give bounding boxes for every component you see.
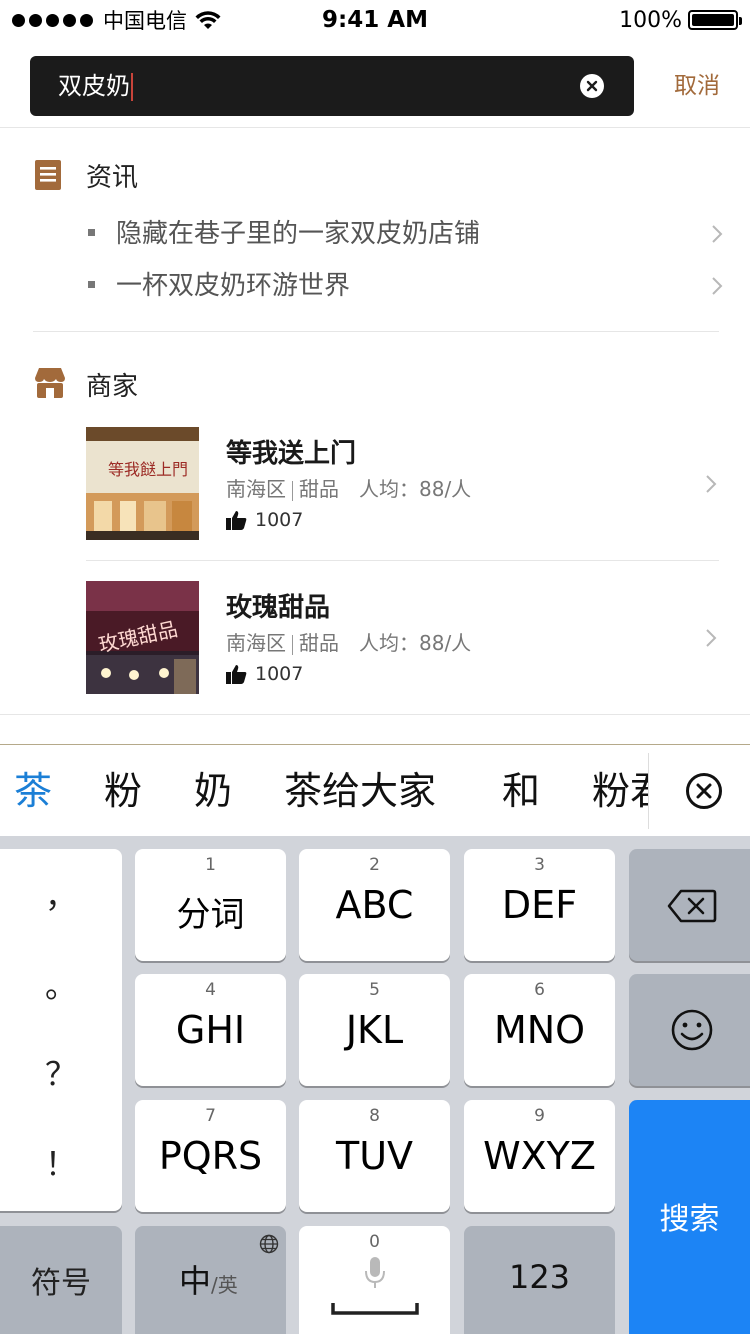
key-3[interactable]: 3 DEF (464, 849, 615, 961)
news-item[interactable]: 一杯双皮奶环游世界 (86, 260, 726, 312)
lang-main-label: 中 (179, 1262, 212, 1300)
chevron-right-icon (706, 629, 717, 647)
document-icon (34, 160, 62, 194)
space-key[interactable]: 0 (299, 1226, 450, 1334)
close-icon (696, 783, 712, 799)
thumbs-up-icon (226, 511, 247, 530)
candidate-separator (648, 753, 658, 829)
list-bottom-divider (0, 714, 750, 715)
text-caret (131, 73, 133, 101)
merchant-likes: 1007 (226, 663, 303, 685)
merchant-avg-price: 人均：88/人 (359, 477, 472, 501)
key-4[interactable]: 4 GHI (135, 974, 286, 1086)
merchant-card[interactable]: 等我餸上門 等我送上门 南海区 甜品 人均：88/人 1007 (86, 427, 720, 541)
merchant-card[interactable]: 玫瑰甜品 玫瑰甜品 南海区 甜品 人均：88/人 1007 (86, 581, 720, 695)
candidate-overflow: 粉君 (592, 745, 648, 837)
backspace-icon (667, 889, 717, 923)
shop-icon (34, 366, 66, 402)
likes-count: 1007 (255, 509, 304, 531)
microphone-icon (365, 1257, 385, 1288)
emoji-button[interactable] (629, 974, 750, 1086)
key-1[interactable]: 1 分词 (135, 849, 286, 961)
merchant-name: 等我送上门 (226, 439, 357, 469)
merchant-district: 南海区 (226, 477, 286, 501)
key-5[interactable]: 5 JKL (299, 974, 450, 1086)
search-key[interactable]: 搜索 (629, 1100, 750, 1334)
cancel-button[interactable]: 取消 (674, 40, 720, 132)
merchant-meta: 南海区 甜品 人均：88/人 (226, 627, 471, 656)
merchant-photo: 玫瑰甜品 (86, 581, 199, 694)
language-switch-key[interactable]: 中/英 (135, 1226, 286, 1334)
key-7[interactable]: 7 PQRS (135, 1100, 286, 1212)
thumbs-up-icon (226, 665, 247, 684)
ime-keyboard: ， 。 ？ ！ 1 分词 2 ABC 3 DEF 4 GHI 5 JKL 6 M… (0, 836, 750, 1334)
news-item[interactable]: 隐藏在巷子里的一家双皮奶店铺 (86, 208, 726, 260)
emoji-icon (671, 1009, 713, 1051)
likes-count: 1007 (255, 663, 304, 685)
merchant-category: 甜品 (299, 631, 339, 655)
clear-search-button[interactable] (580, 74, 604, 98)
section-divider (33, 331, 719, 332)
merchant-avg-price: 人均：88/人 (359, 631, 472, 655)
battery-percent: 100% (619, 7, 682, 33)
merchant-divider (86, 560, 719, 561)
key-6[interactable]: 6 MNO (464, 974, 615, 1086)
chevron-right-icon (706, 475, 717, 493)
punct-exclaim[interactable]: ！ (0, 1139, 122, 1185)
candidate-item[interactable]: 粉 (104, 745, 142, 837)
candidate-item[interactable]: 茶 (14, 745, 52, 837)
key-9[interactable]: 9 WXYZ (464, 1100, 615, 1212)
separator (292, 634, 293, 655)
symbol-key[interactable]: 符号 (0, 1226, 122, 1334)
candidate-item[interactable]: 和 (502, 745, 540, 837)
news-item-title: 一杯双皮奶环游世界 (116, 271, 351, 301)
merchant-photo: 等我餸上門 (86, 427, 199, 540)
globe-icon (259, 1234, 279, 1254)
lang-sub-label: /英 (211, 1273, 238, 1297)
backspace-button[interactable] (629, 849, 750, 961)
punct-comma[interactable]: ， (0, 871, 122, 917)
status-right: 100% (619, 0, 742, 40)
ime-candidate-bar: 茶 粉 奶 茶给大家 和 粉君 (0, 744, 750, 836)
candidate-item[interactable]: 奶 (194, 745, 232, 837)
symbol-key-label: 符号 (31, 1266, 91, 1301)
close-candidates-button[interactable] (686, 773, 722, 809)
search-header: 双皮奶 取消 (0, 40, 750, 128)
search-key-label: 搜索 (659, 1202, 720, 1237)
bullet (88, 281, 95, 288)
merchant-name: 玫瑰甜品 (226, 593, 331, 623)
status-bar: 中国电信 9:41 AM 100% (0, 0, 750, 40)
search-query: 双皮奶 (58, 72, 130, 100)
merchant-category: 甜品 (299, 477, 339, 501)
merchant-district: 南海区 (226, 631, 286, 655)
candidate-item[interactable]: 茶给大家 (284, 745, 436, 837)
punct-period[interactable]: 。 (0, 961, 122, 1007)
svg-text:等我餸上門: 等我餸上門 (108, 460, 188, 479)
chevron-right-icon (712, 277, 723, 295)
chevron-right-icon (712, 225, 723, 243)
close-icon (586, 80, 598, 92)
news-section-title: 资讯 (86, 163, 139, 193)
battery-icon (688, 10, 742, 30)
merchant-likes: 1007 (226, 509, 303, 531)
punctuation-panel[interactable]: ， 。 ？ ！ (0, 849, 122, 1211)
merchant-meta: 南海区 甜品 人均：88/人 (226, 473, 471, 502)
bullet (88, 229, 95, 236)
search-input[interactable]: 双皮奶 (30, 56, 634, 116)
space-bar-icon (331, 1303, 419, 1315)
key-2[interactable]: 2 ABC (299, 849, 450, 961)
number-key-label: 123 (508, 1258, 571, 1296)
punct-question[interactable]: ？ (0, 1049, 122, 1095)
number-mode-key[interactable]: 123 (464, 1226, 615, 1334)
candidate-item[interactable]: 粉君 (592, 745, 648, 837)
separator (292, 480, 293, 501)
key-8[interactable]: 8 TUV (299, 1100, 450, 1212)
merchant-section-title: 商家 (86, 372, 139, 402)
news-item-title: 隐藏在巷子里的一家双皮奶店铺 (116, 219, 481, 249)
